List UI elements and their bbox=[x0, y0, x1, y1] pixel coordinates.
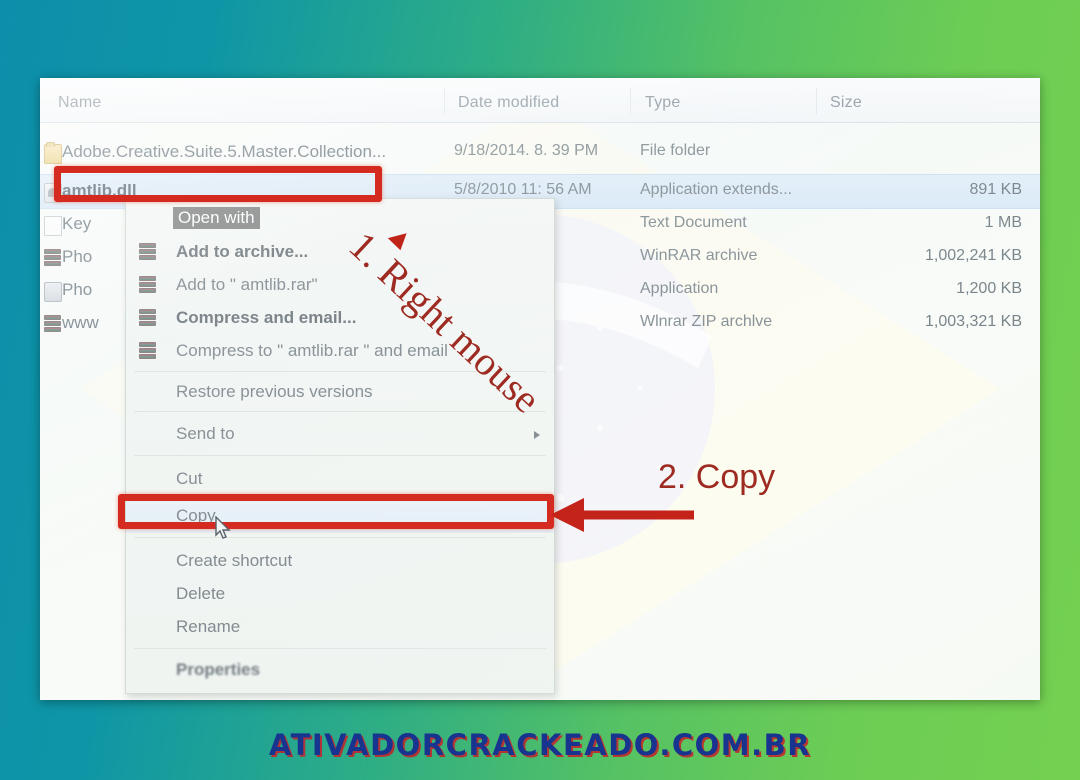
menu-item-open-with[interactable]: Open with bbox=[126, 203, 554, 236]
file-name-text: Adobe.Creative.Suite.5.Master.Collection… bbox=[62, 142, 387, 161]
winrar-archive-icon bbox=[44, 249, 61, 267]
file-name-text: Pho bbox=[62, 280, 93, 299]
column-divider[interactable] bbox=[444, 88, 445, 114]
winrar-icon bbox=[139, 243, 156, 261]
menu-item-rename[interactable]: Rename bbox=[126, 611, 554, 644]
file-size-cell: 1,002,241 KB bbox=[925, 247, 1022, 264]
menu-separator bbox=[134, 455, 546, 456]
menu-item-send-to[interactable]: Send to bbox=[126, 418, 554, 451]
application-icon bbox=[44, 282, 62, 302]
submenu-chevron-icon bbox=[534, 431, 540, 439]
column-divider[interactable] bbox=[630, 88, 631, 114]
file-type-cell: Application bbox=[640, 280, 719, 297]
file-name-text: Key bbox=[62, 214, 92, 233]
menu-item-delete[interactable]: Delete bbox=[126, 578, 554, 611]
column-header-type[interactable]: Type bbox=[645, 94, 681, 112]
menu-item-label: Open with bbox=[173, 207, 260, 229]
text-document-icon bbox=[44, 216, 62, 236]
file-size-cell: 891 KB bbox=[969, 181, 1022, 198]
file-type-cell: WinRAR archive bbox=[640, 247, 758, 264]
menu-item-label: Delete bbox=[176, 584, 226, 603]
file-type-cell: Wlnrar ZIP archlve bbox=[640, 313, 773, 330]
file-type-cell: Application extends... bbox=[640, 181, 793, 198]
file-name-text: Pho bbox=[62, 247, 93, 266]
winrar-archive-icon bbox=[44, 315, 61, 333]
watermark-footer: ATIVADORCRACKEADO.COM.BR bbox=[268, 728, 812, 762]
file-date-cell: 5/8/2010 11: 56 AM bbox=[454, 181, 592, 198]
menu-item-add-to-archive[interactable]: Add to archive... bbox=[126, 236, 554, 269]
copy-pointer-arrow-icon bbox=[550, 498, 694, 532]
menu-separator bbox=[134, 537, 546, 538]
menu-item-cut[interactable]: Cut bbox=[126, 463, 554, 496]
menu-item-compress-and-email[interactable]: Compress and email... bbox=[126, 302, 554, 335]
file-name-text: www bbox=[62, 313, 99, 332]
menu-item-label: Send to bbox=[176, 424, 235, 443]
highlight-box-amtlib-file bbox=[54, 166, 382, 202]
context-menu: Open with Add to archive... Add to " amt… bbox=[125, 198, 555, 694]
file-size-cell: 1,003,321 KB bbox=[925, 313, 1022, 330]
file-name-cell: www bbox=[44, 313, 99, 333]
winrar-icon bbox=[139, 309, 156, 327]
winrar-icon bbox=[139, 276, 156, 294]
menu-item-label: Compress and email... bbox=[176, 308, 357, 327]
file-name-cell: Pho bbox=[44, 280, 93, 302]
column-header-size[interactable]: Size bbox=[830, 94, 862, 112]
table-row[interactable]: Adobe.Creative.Suite.5.Master.Collection… bbox=[40, 136, 1040, 169]
menu-item-label: Restore previous versions bbox=[176, 382, 373, 401]
menu-item-properties[interactable]: Properties bbox=[126, 654, 554, 687]
menu-item-create-shortcut[interactable]: Create shortcut bbox=[126, 545, 554, 578]
menu-item-label: Add to archive... bbox=[176, 242, 309, 261]
file-type-cell: File folder bbox=[640, 142, 711, 159]
menu-item-label: Create shortcut bbox=[176, 551, 293, 570]
menu-item-label: Rename bbox=[176, 617, 241, 636]
menu-item-add-to-amtlib-rar[interactable]: Add to " amtlib.rar" bbox=[126, 269, 554, 302]
file-size-cell: 1,200 KB bbox=[956, 280, 1022, 297]
mouse-cursor-icon bbox=[215, 516, 231, 539]
file-type-cell: Text Document bbox=[640, 214, 747, 231]
file-name-cell: Key bbox=[44, 214, 92, 236]
folder-icon bbox=[44, 142, 62, 164]
menu-separator bbox=[134, 648, 546, 649]
column-divider[interactable] bbox=[816, 88, 817, 114]
file-name-cell: Pho bbox=[44, 247, 93, 267]
column-header-name[interactable]: Name bbox=[58, 94, 101, 112]
file-size-cell: 1 MB bbox=[984, 214, 1022, 231]
menu-item-label: Compress to " amtlib.rar " and email bbox=[176, 341, 448, 360]
file-date-cell: 9/18/2014. 8. 39 PM bbox=[454, 142, 599, 159]
menu-item-label: Add to " amtlib.rar" bbox=[176, 275, 318, 294]
menu-item-label: Cut bbox=[176, 469, 203, 488]
file-name-cell: Adobe.Creative.Suite.5.Master.Collection… bbox=[44, 142, 387, 164]
menu-separator bbox=[134, 411, 546, 412]
column-header-row: Name Date modified Type Size bbox=[40, 78, 1040, 123]
column-header-date[interactable]: Date modified bbox=[458, 94, 559, 112]
winrar-icon bbox=[139, 342, 156, 360]
annotation-step2: 2. Copy bbox=[658, 458, 776, 496]
highlight-box-copy-menu-item bbox=[118, 494, 554, 529]
menu-item-label: Properties bbox=[176, 660, 261, 679]
